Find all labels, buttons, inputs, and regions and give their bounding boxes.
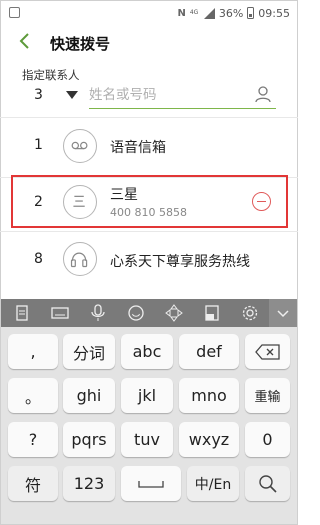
speed-dial-row-8[interactable]: 8 心系天下尊享服务热线 — [0, 231, 298, 291]
signal-icon — [203, 7, 215, 19]
speed-dial-number-select[interactable]: 3 — [34, 87, 43, 103]
dropdown-arrow-icon[interactable] — [66, 91, 78, 99]
key-reenter[interactable]: 重输 — [245, 378, 290, 413]
key-ghi[interactable]: ghi — [63, 378, 115, 413]
key-zero[interactable]: 0 — [245, 422, 290, 457]
battery-icon — [247, 7, 255, 19]
settings-gear-icon[interactable] — [240, 303, 260, 323]
clipboard-icon[interactable] — [12, 303, 32, 323]
nfc-icon: N — [177, 7, 186, 19]
space-key[interactable] — [121, 466, 181, 501]
contact-picker-icon[interactable] — [254, 85, 272, 103]
contact-name: 语音信箱 — [110, 140, 166, 156]
key-period[interactable]: 。 — [8, 378, 58, 413]
keyboard: , 分词 abc def 。 ghi jkl mno 重输 ? pqrs tuv… — [1, 299, 297, 524]
speed-dial-number: 8 — [34, 251, 43, 267]
emoji-icon[interactable] — [126, 303, 146, 323]
speed-dial-number: 1 — [34, 137, 43, 153]
language-switch-label: 中/En — [194, 476, 232, 493]
collapse-toolbar-button[interactable] — [269, 299, 297, 327]
keyboard-toolbar — [1, 299, 297, 327]
name-or-number-input[interactable] — [89, 84, 249, 106]
status-bar: N 4G 36% 09:55 — [0, 0, 298, 26]
speed-dial-row-1[interactable]: 1 语音信箱 — [0, 117, 298, 177]
app-header: 快速拨号 — [0, 28, 298, 60]
search-icon[interactable] — [245, 466, 290, 501]
microphone-icon[interactable] — [88, 303, 108, 323]
clock: 09:55 — [258, 6, 290, 20]
voicemail-icon — [63, 129, 97, 163]
one-handed-mode-icon[interactable] — [202, 303, 222, 323]
key-question[interactable]: ? — [8, 422, 58, 457]
key-abc[interactable]: abc — [121, 334, 173, 369]
keyboard-layout-icon[interactable] — [50, 303, 70, 323]
backspace-icon[interactable] — [245, 334, 290, 369]
key-comma[interactable]: , — [8, 334, 58, 369]
key-def[interactable]: def — [179, 334, 239, 369]
highlight-box — [11, 175, 288, 228]
back-arrow-icon[interactable] — [16, 32, 34, 50]
cursor-move-icon[interactable] — [164, 303, 184, 323]
key-jkl[interactable]: jkl — [121, 378, 173, 413]
key-pqrs[interactable]: pqrs — [63, 422, 115, 457]
space-icon — [138, 480, 164, 488]
key-language-switch[interactable]: 中/En — [187, 466, 239, 501]
key-wxyz[interactable]: wxyz — [179, 422, 239, 457]
key-mno[interactable]: mno — [179, 378, 239, 413]
battery-percent: 36% — [218, 6, 244, 20]
chevron-down-icon — [277, 310, 289, 318]
contact-name: 心系天下尊享服务热线 — [110, 254, 250, 270]
key-numbers[interactable]: 123 — [63, 466, 115, 501]
key-symbols[interactable]: 符 — [8, 466, 58, 501]
assign-contact-label: 指定联系人 — [22, 68, 80, 82]
key-segment[interactable]: 分词 — [63, 334, 115, 369]
gallery-notification-icon — [9, 7, 20, 18]
key-tuv[interactable]: tuv — [121, 422, 173, 457]
page-title: 快速拨号 — [50, 35, 111, 53]
headset-icon — [63, 242, 97, 276]
remove-speed-dial-button[interactable] — [252, 192, 271, 211]
contact-search-field[interactable] — [89, 82, 276, 109]
network-type: 4G — [189, 9, 199, 16]
